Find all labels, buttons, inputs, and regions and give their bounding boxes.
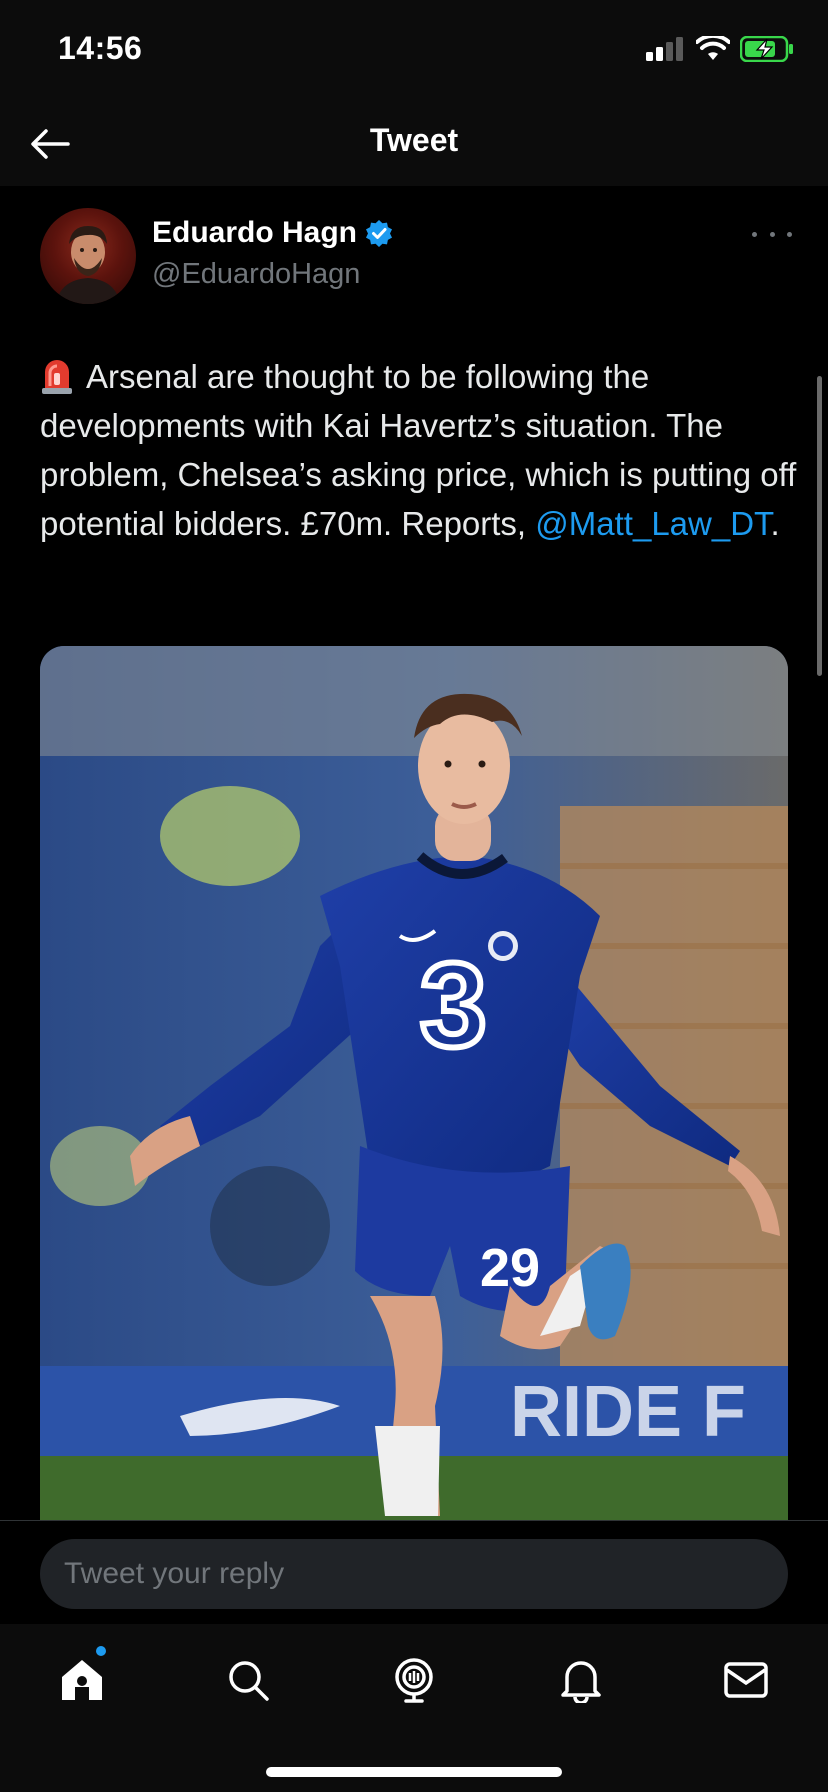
navigation-bar: Tweet [0,100,828,186]
cellular-signal-icon [646,37,683,61]
more-dot [769,231,775,237]
more-button[interactable] [752,224,792,244]
page-title: Tweet [369,122,459,158]
tweet-text-end: . [770,505,780,542]
tab-home[interactable] [52,1650,112,1710]
battery-charging-icon [740,36,793,62]
bottom-tab-bar [0,1624,828,1792]
avatar[interactable] [40,208,136,304]
tweet-detail: Eduardo Hagn @EduardoHagn Arsenal are th… [0,186,828,1520]
messages-icon [724,1662,768,1698]
tab-messages[interactable] [716,1650,776,1710]
spaces-icon [395,1658,433,1703]
status-bar: 14:56 [0,0,828,100]
scrollbar[interactable] [817,376,822,676]
avatar-image [56,226,120,304]
notifications-icon [561,1661,601,1703]
siren-icon [42,360,72,394]
unread-indicator [96,1646,106,1656]
tab-spaces[interactable] [384,1650,444,1710]
reply-input[interactable] [40,1539,788,1609]
player-photo: RIDE F 3 29 [40,646,788,1520]
home-icon [62,1660,102,1700]
verified-badge-icon [366,220,393,247]
author-handle[interactable]: @EduardoHagn [152,258,360,291]
more-dot [752,231,757,237]
home-indicator[interactable] [266,1767,562,1777]
status-icons [646,34,794,64]
svg-text:RIDE F: RIDE F [510,1372,746,1452]
reply-bar [0,1520,828,1625]
shirt-sponsor-number: 3 [420,938,487,1072]
wifi-icon [696,36,730,60]
search-icon [229,1661,269,1701]
author-name-row[interactable]: Eduardo Hagn [152,216,393,250]
tab-notifications[interactable] [551,1650,611,1710]
tweet-text: Arsenal are thought to be following the … [40,352,800,548]
tweet-media-image[interactable]: RIDE F 3 29 [40,646,788,1520]
author-name: Eduardo Hagn [152,216,358,249]
tab-search[interactable] [218,1650,278,1710]
more-dot [787,231,792,237]
mention-link[interactable]: @Matt_Law_DT [535,505,770,542]
status-time: 14:56 [58,30,143,66]
